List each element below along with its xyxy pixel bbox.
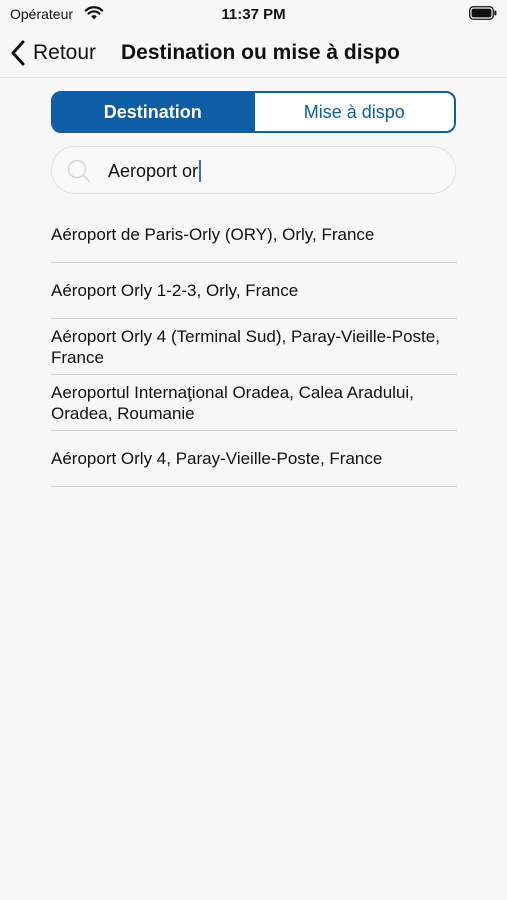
search-input[interactable]: Aeroport or xyxy=(108,157,438,185)
text-caret xyxy=(199,160,202,182)
result-item-label: Aeroportul Internaţional Oradea, Calea A… xyxy=(51,382,414,423)
result-item[interactable]: Aéroport Orly 4, Paray-Vieille-Poste, Fr… xyxy=(51,431,457,487)
result-item-label: Aéroport de Paris-Orly (ORY), Orly, Fran… xyxy=(51,225,375,244)
back-button[interactable]: Retour xyxy=(10,38,96,68)
back-label: Retour xyxy=(33,41,97,64)
segmented-control: Destination Mise à dispo xyxy=(51,91,456,133)
tab-destination[interactable]: Destination xyxy=(53,93,253,131)
search-box: Aeroport or xyxy=(51,146,456,194)
result-item[interactable]: Aéroport Orly 4 (Terminal Sud), Paray-Vi… xyxy=(51,319,457,375)
status-time: 11:37 PM xyxy=(221,6,286,23)
result-item-label: Aéroport Orly 1-2-3, Orly, France xyxy=(51,281,299,300)
search-input-value: Aeroport or xyxy=(108,160,199,181)
battery-icon xyxy=(469,6,497,20)
navigation-bar: Retour Destination ou mise à dispo xyxy=(0,28,507,78)
page-title: Destination ou mise à dispo xyxy=(121,41,400,64)
chevron-left-icon xyxy=(11,40,25,66)
result-item-label: Aéroport Orly 4 (Terminal Sud), Paray-Vi… xyxy=(51,326,440,367)
result-item[interactable]: Aéroport de Paris-Orly (ORY), Orly, Fran… xyxy=(51,207,457,263)
status-bar: Opérateur 11:37 PM xyxy=(0,0,507,28)
tab-mise-a-dispo[interactable]: Mise à dispo xyxy=(252,93,455,131)
results-list: Aéroport de Paris-Orly (ORY), Orly, Fran… xyxy=(51,207,457,487)
result-item-label: Aéroport Orly 4, Paray-Vieille-Poste, Fr… xyxy=(51,449,383,468)
result-item[interactable]: Aeroportul Internaţional Oradea, Calea A… xyxy=(51,375,457,431)
search-icon xyxy=(67,159,90,182)
result-item[interactable]: Aéroport Orly 1-2-3, Orly, France xyxy=(51,263,457,319)
